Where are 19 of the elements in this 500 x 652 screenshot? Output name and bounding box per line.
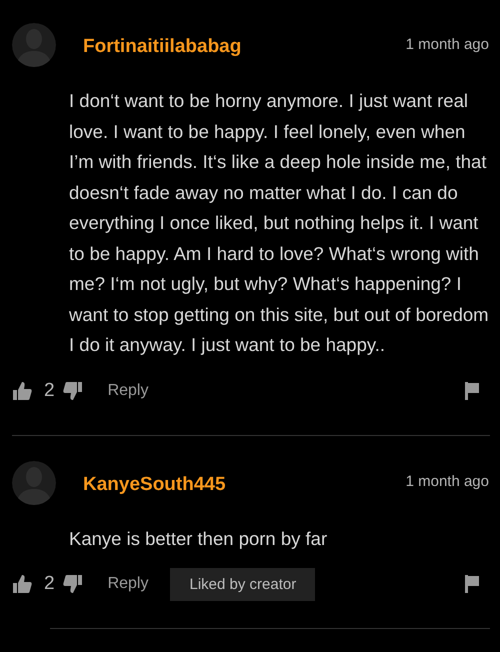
reply-button[interactable]: Reply [108,382,148,400]
avatar-icon [12,460,56,504]
liked-by-creator-label: Liked by creator [170,568,316,600]
reply-button[interactable]: Reply [108,575,148,593]
thumbs-up-icon[interactable] [12,574,32,594]
timestamp: 1 month ago [406,36,489,52]
comment-text: Kanye is better then porn by far [69,526,328,551]
thumbs-up-icon[interactable] [12,380,32,400]
thumbs-down-icon[interactable] [62,380,83,400]
username[interactable]: Fortinaitiilababag [83,36,242,58]
like-count: 2 [44,573,55,595]
flag-icon[interactable] [464,574,480,594]
timestamp: 1 month ago [406,473,489,490]
flag-icon[interactable] [464,380,480,400]
thumbs-down-icon[interactable] [62,574,83,594]
comment-text: I don‘t want to be horny anymore. I just want real love. I want to be happy. I feel lonely, even when I’m with friends. It‘s like a deep hole inside me, that doesn‘t fade away no matter what I do. I can do everything I once liked, but nothing helps it. I want to be happy. Am I hard to love? What‘s wrong with me? I‘m not ugly, but why? What‘s happening? I want to stop getting on this site, but out of boredom I do it anyway. I just want to be happy.. [69,89,490,357]
like-count: 2 [44,380,55,402]
username[interactable]: KanyeSouth445 [83,474,226,496]
avatar-icon [12,23,56,67]
